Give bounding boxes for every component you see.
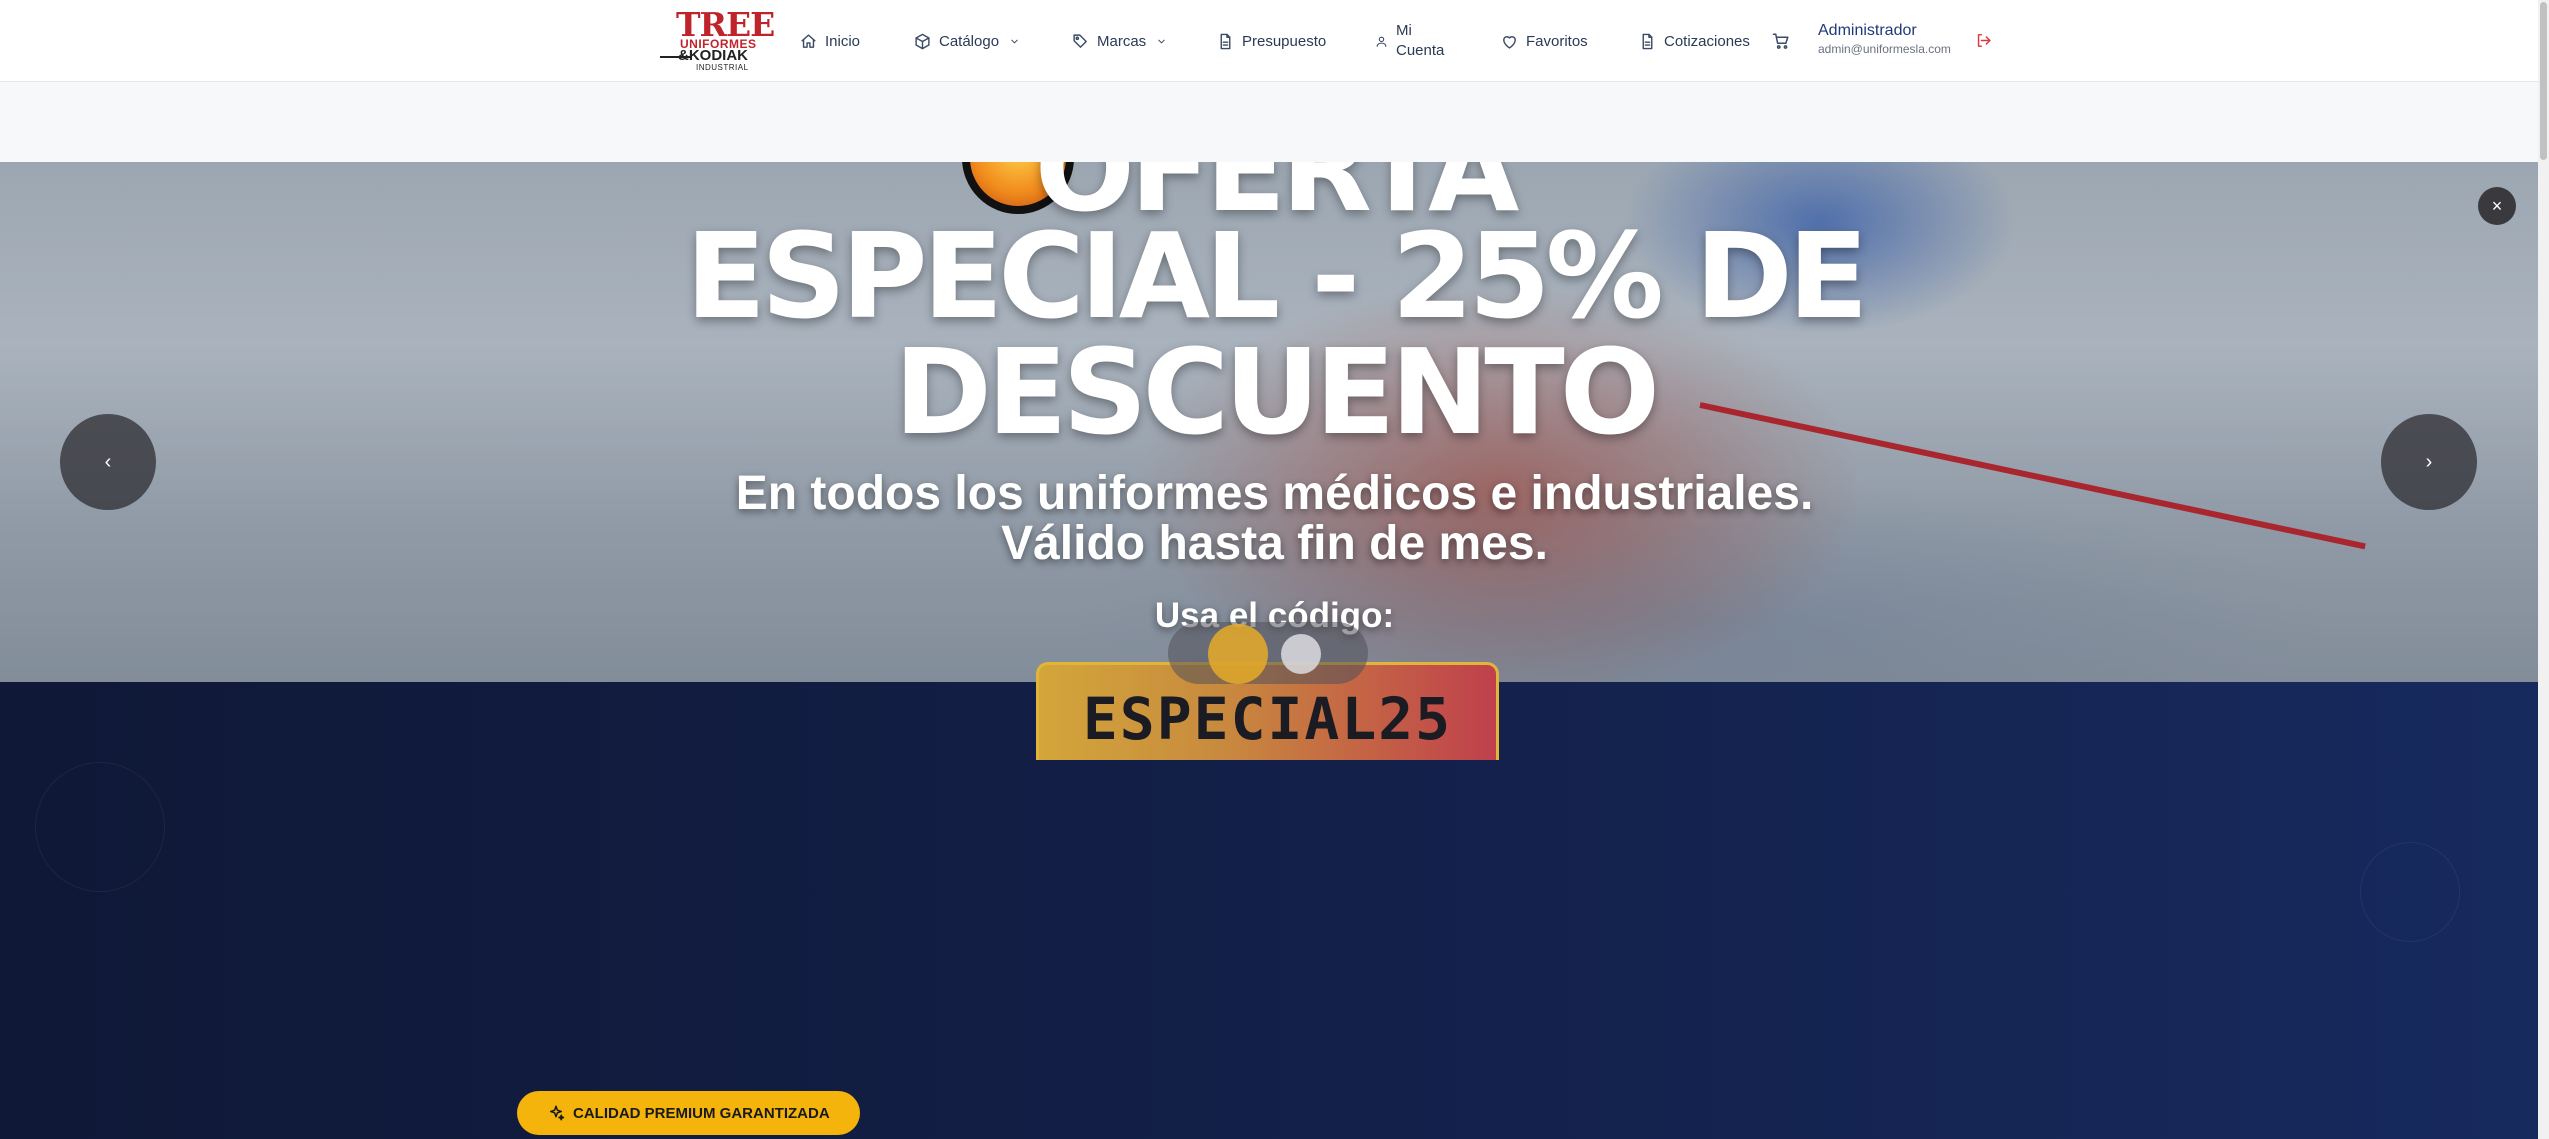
nav-inicio[interactable]: Inicio — [800, 0, 860, 82]
file-text-icon — [1642, 33, 1653, 49]
hero-title-line2: DESCUENTO — [893, 323, 1660, 461]
chevron-down-icon — [1158, 39, 1165, 43]
chevron-left-icon: ‹ — [104, 450, 112, 473]
logout-button[interactable] — [1975, 32, 1992, 54]
carousel-next-button[interactable]: › — [2381, 414, 2477, 510]
document-icon — [1220, 33, 1231, 49]
header-spacer-band — [0, 82, 2549, 162]
hero-subtitle: En todos los uniformes médicos e industr… — [0, 469, 2549, 569]
nav-favoritos[interactable]: Favoritos — [1501, 0, 1588, 82]
promo-code: ESPECIAL25 — [1082, 684, 1453, 753]
user-name: Administrador — [1818, 22, 1917, 39]
user-account-block[interactable]: Administrador admin@uniformesla.com — [1818, 22, 1951, 58]
nav-marcas[interactable]: Marcas — [1072, 0, 1167, 82]
brand-logo[interactable]: TREE UNIFORMES &KODIAK INDUSTRIAL — [658, 8, 775, 72]
user-icon — [1376, 36, 1387, 47]
box-icon — [915, 33, 930, 49]
chevron-right-icon: › — [2425, 450, 2433, 473]
carousel-prev-button[interactable]: ‹ — [60, 414, 156, 510]
quality-badge-label: CALIDAD PREMIUM GARANTIZADA — [573, 1104, 830, 1122]
page-scrollbar[interactable] — [2538, 0, 2549, 1139]
nav-presupuesto[interactable]: Presupuesto — [1217, 0, 1326, 82]
logo-text-kodiak: &KODIAK — [678, 47, 748, 64]
tag-icon — [1073, 33, 1087, 48]
nav-mi-cuenta-line1: Mi — [1396, 22, 1412, 39]
logo-text-industrial: INDUSTRIAL — [696, 63, 749, 72]
close-promo-button[interactable]: × — [2478, 187, 2516, 225]
cart-icon — [1772, 33, 1789, 49]
hero-subtitle-line2: Válido hasta fin de mes. — [1001, 517, 1548, 570]
scrollbar-thumb[interactable] — [2540, 2, 2547, 160]
top-navbar: TREE UNIFORMES &KODIAK INDUSTRIAL Inicio… — [0, 0, 2549, 82]
hero-title-line1: ESPECIAL - 25% DE — [685, 207, 1869, 345]
nav-presupuesto-label: Presupuesto — [1242, 32, 1327, 50]
logo-text-tree: TREE — [676, 5, 775, 44]
nav-marcas-label: Marcas — [1097, 32, 1147, 50]
nav-cotizaciones-label: Cotizaciones — [1664, 32, 1750, 50]
cart-button[interactable] — [1772, 32, 1790, 55]
decorative-ring — [35, 762, 165, 892]
chevron-down-icon — [1011, 39, 1018, 43]
carousel-indicators — [1168, 622, 1368, 684]
nav-mi-cuenta-label: Mi Cuenta — [1396, 21, 1444, 61]
close-icon: × — [2491, 195, 2503, 216]
nav-catalogo[interactable]: Catálogo — [914, 0, 1020, 82]
quality-badge: CALIDAD PREMIUM GARANTIZADA — [517, 1091, 860, 1135]
carousel-dot-active[interactable] — [1208, 624, 1268, 684]
home-icon — [801, 33, 816, 48]
promo-hero-slide: OFERTA ESPECIAL - 25% DE DESCUENTO En to… — [0, 162, 2549, 682]
heart-icon — [1503, 35, 1516, 49]
user-email: admin@uniformesla.com — [1818, 42, 1951, 56]
carousel-dot[interactable] — [1281, 634, 1321, 674]
nav-mi-cuenta[interactable]: Mi Cuenta — [1375, 0, 1444, 82]
decorative-ring — [2360, 842, 2460, 942]
nav-inicio-label: Inicio — [825, 32, 861, 50]
hero-subtitle-line1: En todos los uniformes médicos e industr… — [735, 467, 1814, 520]
nav-cotizaciones[interactable]: Cotizaciones — [1639, 0, 1750, 82]
nav-favoritos-label: Favoritos — [1526, 32, 1588, 50]
nav-catalogo-label: Catálogo — [939, 32, 1000, 50]
nav-mi-cuenta-line2: Cuenta — [1396, 42, 1445, 59]
logout-icon — [1977, 34, 1991, 47]
sparkle-icon — [550, 1105, 565, 1121]
